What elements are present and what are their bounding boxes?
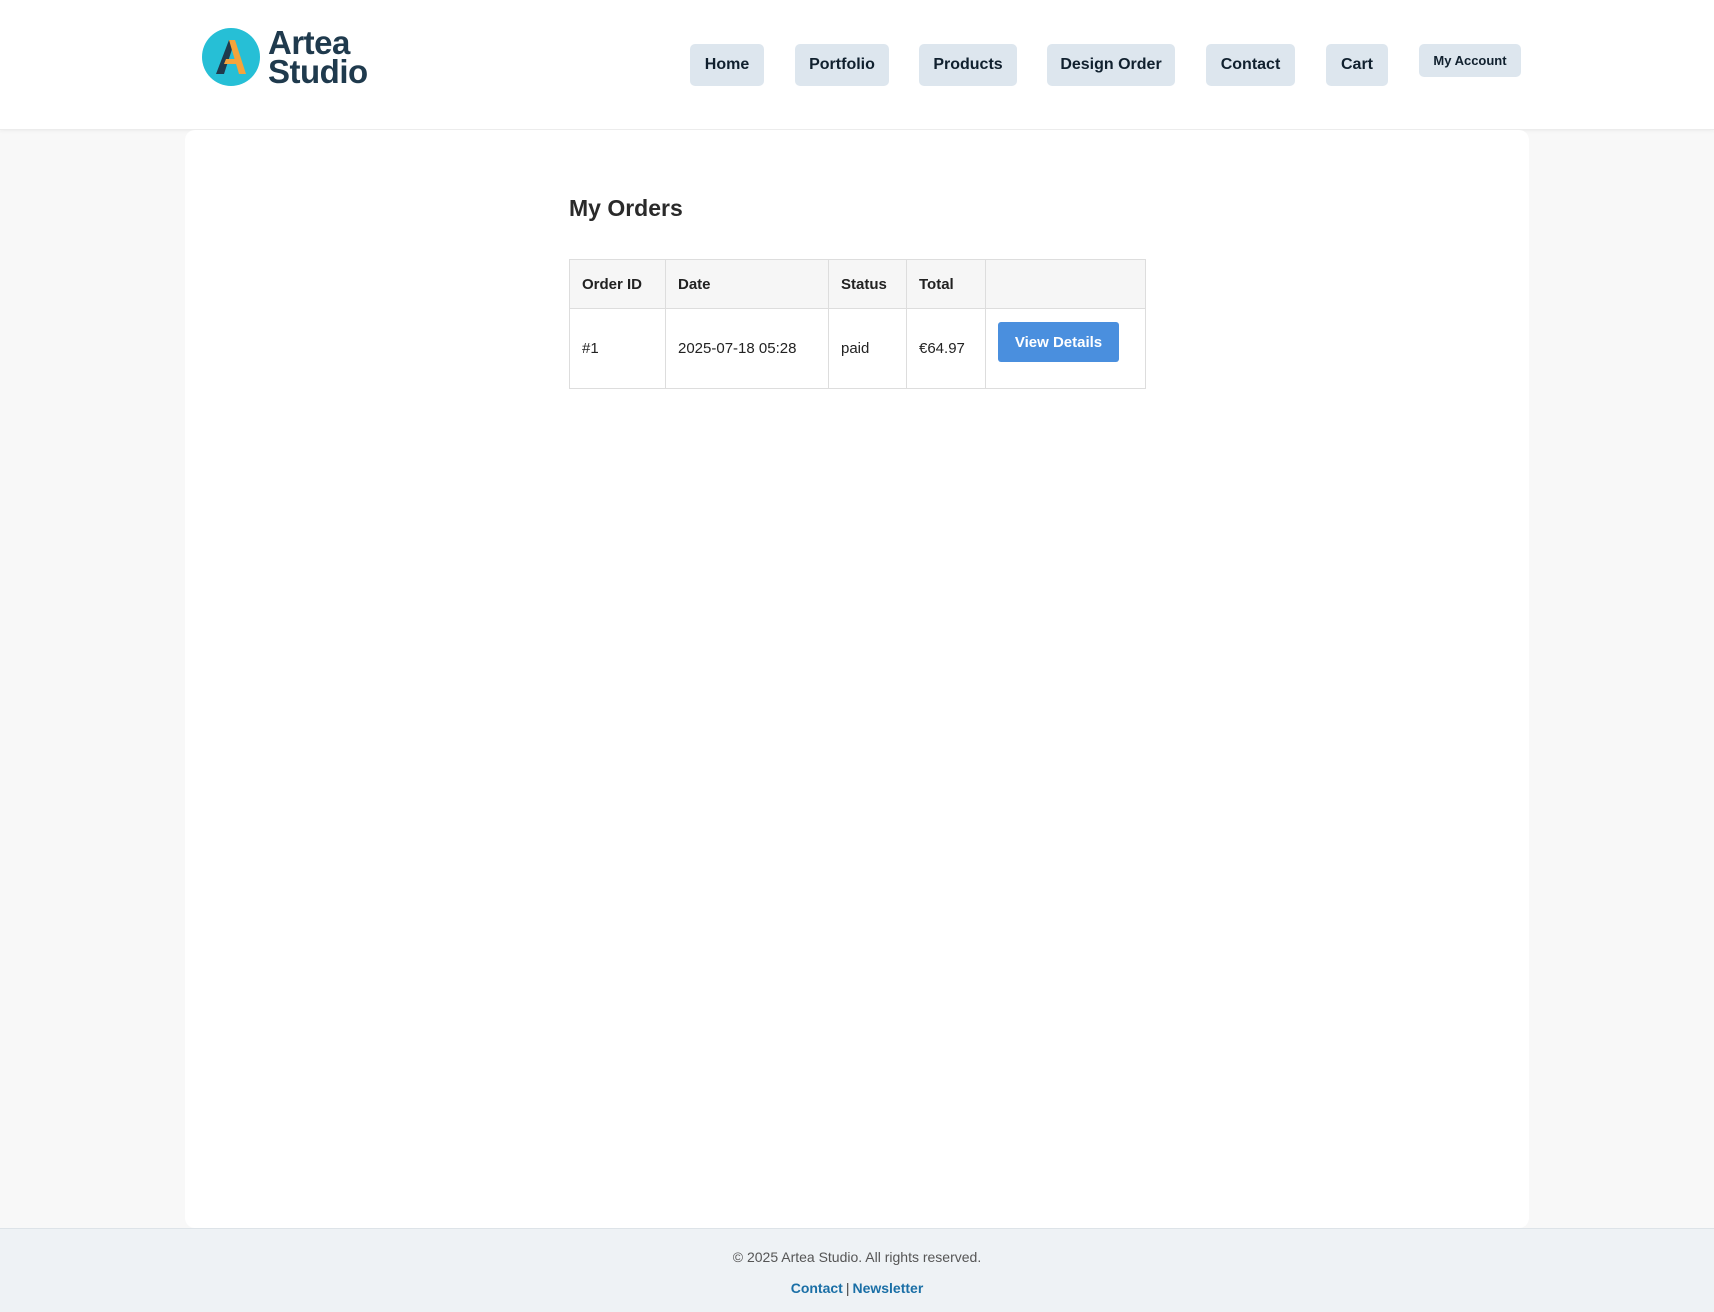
copyright-text: © 2025 Artea Studio. All rights reserved… <box>732 1249 982 1265</box>
footer-link-contact[interactable]: Contact <box>791 1280 843 1296</box>
main-nav: Home Portfolio Products Design Order Con… <box>0 44 1714 88</box>
column-header-actions <box>985 259 1146 309</box>
view-details-button[interactable]: View Details <box>998 322 1119 362</box>
order-id-cell: #1 <box>569 308 666 389</box>
nav-portfolio[interactable]: Portfolio <box>795 44 889 86</box>
page-title: My Orders <box>569 195 683 221</box>
nav-contact[interactable]: Contact <box>1206 44 1295 86</box>
site-header: Artea Studio Home Portfolio Products Des… <box>0 0 1714 130</box>
column-header-total: Total <box>906 259 986 309</box>
column-header-date: Date <box>665 259 829 309</box>
order-status-cell: paid <box>828 308 907 389</box>
nav-cart[interactable]: Cart <box>1326 44 1388 86</box>
nav-my-account[interactable]: My Account <box>1419 44 1521 77</box>
table-header-row: Order ID Date Status Total <box>569 259 1146 309</box>
table-row: #1 2025-07-18 05:28 paid €64.97 View Det… <box>569 308 1146 389</box>
order-actions-cell: View Details <box>985 308 1146 389</box>
nav-products[interactable]: Products <box>919 44 1017 86</box>
column-header-order-id: Order ID <box>569 259 666 309</box>
footer-links: Contact | Newsletter <box>0 1280 1714 1296</box>
site-footer: © 2025 Artea Studio. All rights reserved… <box>0 1228 1714 1312</box>
nav-home[interactable]: Home <box>690 44 764 86</box>
orders-table: Order ID Date Status Total #1 2025-07-18… <box>569 259 1146 389</box>
column-header-status: Status <box>828 259 907 309</box>
order-total-cell: €64.97 <box>906 308 986 389</box>
nav-design-order[interactable]: Design Order <box>1047 44 1175 86</box>
footer-separator: | <box>845 1280 850 1296</box>
footer-link-newsletter[interactable]: Newsletter <box>852 1280 923 1296</box>
order-date-cell: 2025-07-18 05:28 <box>665 308 829 389</box>
